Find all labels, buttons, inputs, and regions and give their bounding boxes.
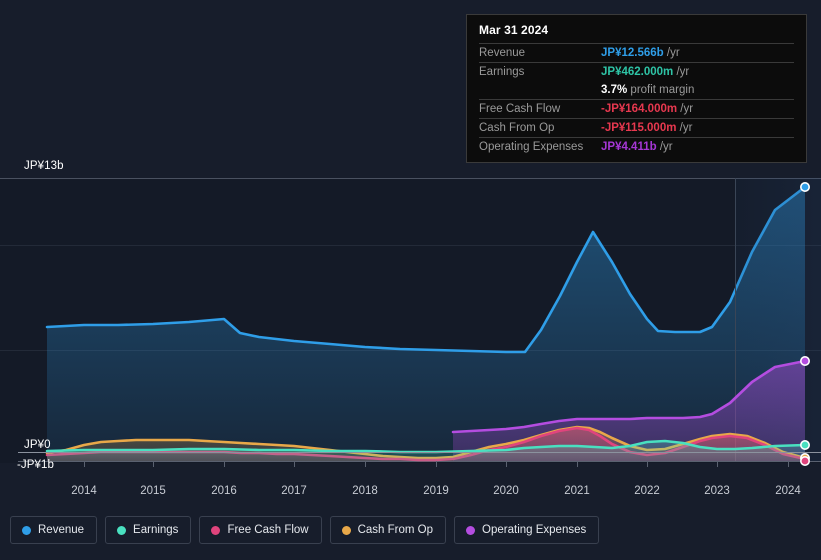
legend-dot-revenue-icon xyxy=(22,525,31,535)
data-tooltip: Mar 31 2024 Revenue JP¥12.566b /yr Earni… xyxy=(466,14,807,163)
chart-page: JP¥13b JP¥0 -JP¥1b 2014 2015 2016 2017 2… xyxy=(0,0,821,560)
tooltip-row-cash-from-op: Cash From Op -JP¥115.000m /yr xyxy=(479,118,794,138)
tooltip-unit-operating-expenses: /yr xyxy=(659,141,673,153)
tooltip-label-cash-from-op: Cash From Op xyxy=(479,118,601,138)
revenue-endpoint-marker xyxy=(799,182,810,193)
tooltip-num-cash-from-op: -JP¥115.000m xyxy=(601,122,677,134)
tooltip-value-profit-margin: 3.7% profit margin xyxy=(601,81,794,100)
tooltip-label-free-cash-flow: Free Cash Flow xyxy=(479,99,601,119)
tooltip-num-profit-margin: 3.7% xyxy=(601,84,628,96)
legend-label-cash-from-op: Cash From Op xyxy=(357,524,434,536)
tooltip-unit-free-cash-flow: /yr xyxy=(680,103,694,115)
legend-dot-operating-expenses-icon xyxy=(466,525,476,535)
y-axis-label-top: JP¥13b xyxy=(24,160,64,172)
tooltip-num-free-cash-flow: -JP¥164.000m xyxy=(601,103,678,115)
tooltip-num-operating-expenses: JP¥4.411b xyxy=(601,141,657,153)
x-axis-label-2014: 2014 xyxy=(71,485,97,497)
tooltip-date: Mar 31 2024 xyxy=(479,23,549,37)
x-axis-label-2023: 2023 xyxy=(704,485,730,497)
tooltip-label-earnings: Earnings xyxy=(479,62,601,81)
tooltip-label-revenue: Revenue xyxy=(479,43,601,63)
operating-expenses-endpoint-marker xyxy=(799,355,810,366)
legend-item-free-cash-flow[interactable]: Free Cash Flow xyxy=(199,516,322,544)
x-axis-label-2017: 2017 xyxy=(281,485,307,497)
x-axis-label-2021: 2021 xyxy=(564,485,590,497)
tooltip-value-free-cash-flow: -JP¥164.000m /yr xyxy=(601,99,794,119)
y-axis-label-bottom: -JP¥1b xyxy=(17,459,55,471)
legend-item-earnings[interactable]: Earnings xyxy=(105,516,192,544)
tooltip-unit-profit-margin: profit margin xyxy=(630,84,695,96)
tooltip-num-earnings: JP¥462.000m xyxy=(601,66,674,78)
tooltip-label-profit-margin xyxy=(479,81,601,100)
earnings-endpoint-marker xyxy=(799,439,810,450)
tooltip-value-revenue: JP¥12.566b /yr xyxy=(601,43,794,63)
x-axis-label-2022: 2022 xyxy=(634,485,660,497)
tooltip-value-cash-from-op: -JP¥115.000m /yr xyxy=(601,118,794,138)
tooltip-unit-revenue: /yr xyxy=(666,47,680,59)
legend-item-revenue[interactable]: Revenue xyxy=(10,516,98,544)
tooltip-unit-cash-from-op: /yr xyxy=(679,122,693,134)
legend-item-cash-from-op[interactable]: Cash From Op xyxy=(329,516,447,544)
x-axis-label-2024: 2024 xyxy=(775,485,801,497)
tooltip-row-earnings: Earnings JP¥462.000m /yr xyxy=(479,62,794,81)
tooltip-label-operating-expenses: Operating Expenses xyxy=(479,137,601,156)
tooltip-row-revenue: Revenue JP¥12.566b /yr xyxy=(479,43,794,63)
legend-label-free-cash-flow: Free Cash Flow xyxy=(227,524,309,536)
tooltip-unit-earnings: /yr xyxy=(676,66,690,78)
x-axis-label-2016: 2016 xyxy=(211,485,237,497)
tooltip-row-operating-expenses: Operating Expenses JP¥4.411b /yr xyxy=(479,137,794,156)
tooltip-row-profit-margin: 3.7% profit margin xyxy=(479,81,794,100)
legend-dot-free-cash-flow-icon xyxy=(211,525,221,535)
tooltip-value-earnings: JP¥462.000m /yr xyxy=(601,62,794,81)
legend-dot-cash-from-op-icon xyxy=(341,525,351,535)
legend-label-earnings: Earnings xyxy=(133,524,179,536)
tooltip-value-operating-expenses: JP¥4.411b /yr xyxy=(601,137,794,156)
legend-label-revenue: Revenue xyxy=(38,524,85,536)
tooltip-table: Revenue JP¥12.566b /yr Earnings JP¥462.0… xyxy=(479,43,794,156)
legend-label-operating-expenses: Operating Expenses xyxy=(482,524,587,536)
legend-dot-earnings-icon xyxy=(117,525,127,535)
y-axis-label-zero: JP¥0 xyxy=(24,439,51,451)
x-axis-label-2019: 2019 xyxy=(423,485,449,497)
free-cash-flow-endpoint-marker xyxy=(799,455,810,466)
x-axis-label-2020: 2020 xyxy=(493,485,519,497)
tooltip-num-revenue: JP¥12.566b xyxy=(601,47,664,59)
x-axis-label-2015: 2015 xyxy=(140,485,166,497)
x-axis-label-2018: 2018 xyxy=(352,485,378,497)
legend-item-operating-expenses[interactable]: Operating Expenses xyxy=(454,516,600,544)
tooltip-row-free-cash-flow: Free Cash Flow -JP¥164.000m /yr xyxy=(479,99,794,119)
chart-legend: Revenue Earnings Free Cash Flow Cash Fro… xyxy=(10,516,600,544)
